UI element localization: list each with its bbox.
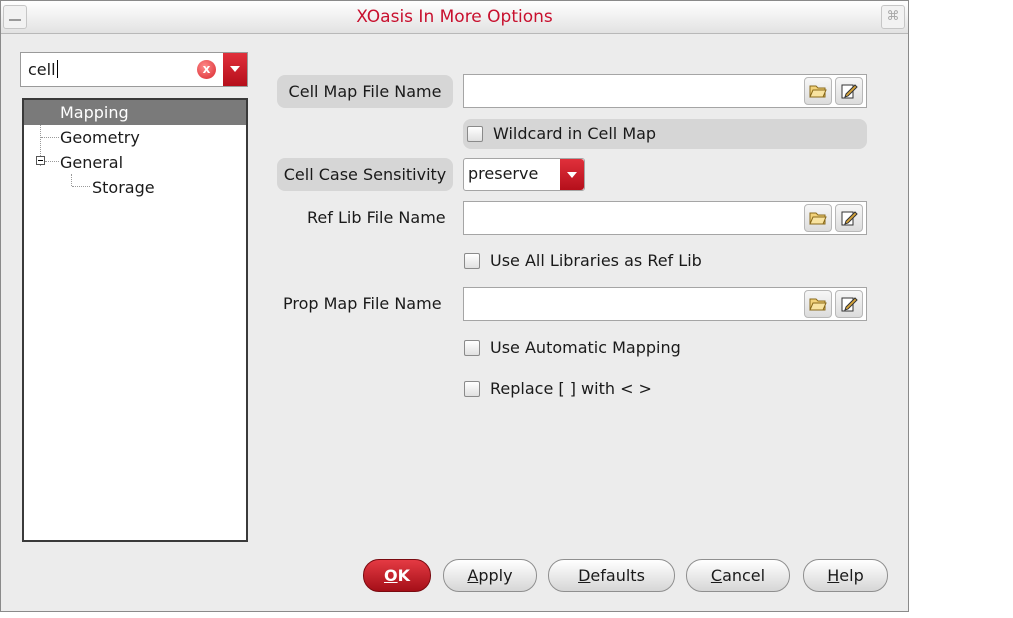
edit-icon [841,84,858,99]
ref-lib-field[interactable] [463,201,867,235]
folder-icon [809,298,827,311]
replace-brackets-row[interactable]: Replace [ ] with < > [464,377,652,401]
auto-mapping-checkbox[interactable] [464,340,480,356]
cell-case-select[interactable]: preserve [463,158,585,191]
browse-prop-map-button[interactable] [804,290,832,318]
options-dialog: XOasis In More Options ⌘ cell x Mapping … [0,0,909,612]
search-combo[interactable]: cell x [20,52,248,87]
category-tree[interactable]: Mapping Geometry General Storage [22,98,248,542]
cell-map-field[interactable] [463,74,867,108]
edit-cell-map-button[interactable] [835,77,863,105]
auto-mapping-row[interactable]: Use Automatic Mapping [464,336,681,360]
cell-case-dropdown-button[interactable] [560,159,584,190]
collapse-general-icon[interactable] [36,156,45,165]
browse-cell-map-button[interactable] [804,77,832,105]
use-all-libraries-label: Use All Libraries as Ref Lib [490,251,702,270]
cell-case-value: preserve [468,164,539,183]
wildcard-checkbox[interactable] [467,126,483,142]
folder-icon [809,85,827,98]
edit-icon [841,297,858,312]
help-button[interactable]: Help [803,559,888,592]
cancel-button[interactable]: Cancel [686,559,790,592]
title-bar[interactable]: XOasis In More Options ⌘ [1,1,908,34]
wildcard-label: Wildcard in Cell Map [493,124,657,143]
cell-map-label: Cell Map File Name [277,75,453,108]
prop-map-label: Prop Map File Name [283,294,442,313]
edit-ref-lib-button[interactable] [835,204,863,232]
search-input[interactable]: cell [28,60,58,79]
ref-lib-label: Ref Lib File Name [307,208,446,227]
cell-case-label: Cell Case Sensitivity [277,158,453,191]
prop-map-field[interactable] [463,287,867,321]
defaults-button[interactable]: Defaults [548,559,675,592]
replace-brackets-label: Replace [ ] with < > [490,379,652,398]
search-history-dropdown-button[interactable] [223,53,247,86]
close-window-button[interactable]: ⌘ [881,5,905,29]
tree-item-mapping[interactable]: Mapping [24,100,246,125]
tree-item-geometry[interactable]: Geometry [60,125,140,150]
auto-mapping-label: Use Automatic Mapping [490,338,681,357]
apply-button[interactable]: Apply [443,559,537,592]
wildcard-checkbox-row[interactable]: Wildcard in Cell Map [467,122,656,146]
edit-icon [841,211,858,226]
browse-ref-lib-button[interactable] [804,204,832,232]
edit-prop-map-button[interactable] [835,290,863,318]
use-all-libraries-row[interactable]: Use All Libraries as Ref Lib [464,249,702,273]
ok-button[interactable]: OK [363,559,431,592]
tree-item-storage[interactable]: Storage [92,175,155,200]
replace-brackets-checkbox[interactable] [464,381,480,397]
folder-icon [809,212,827,225]
clear-search-icon[interactable]: x [197,60,216,79]
window-title: XOasis In More Options [356,7,553,27]
tree-item-general[interactable]: General [60,150,123,175]
use-all-libraries-checkbox[interactable] [464,253,480,269]
